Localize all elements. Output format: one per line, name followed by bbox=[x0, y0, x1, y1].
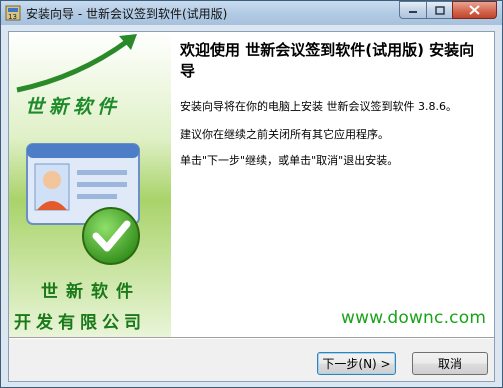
instructions-text: 单击"下一步"继续，或单击"取消"退出安装。 bbox=[180, 154, 399, 167]
banner-company-line1: 世新软件 bbox=[41, 282, 141, 302]
checkmark-icon bbox=[82, 207, 140, 265]
cancel-button[interactable]: 取消 bbox=[412, 352, 488, 375]
banner-company-line2: 开发有限公司 bbox=[14, 313, 146, 333]
welcome-heading: 欢迎使用 世新会议签到软件(试用版) 安装向导 bbox=[180, 41, 475, 80]
minimize-button[interactable] bbox=[399, 1, 426, 19]
maximize-icon bbox=[434, 5, 445, 15]
maximize-button[interactable] bbox=[426, 1, 452, 19]
window-title: 安装向导 - 世新会议签到软件(试用版) bbox=[26, 7, 228, 21]
close-icon bbox=[469, 5, 480, 15]
site-watermark: www.downc.com bbox=[341, 308, 487, 328]
title-bar[interactable]: 13 安装向导 - 世新会议签到软件(试用版) bbox=[1, 1, 502, 25]
banner-slogan: 世新软件 bbox=[25, 96, 122, 118]
svg-text:13: 13 bbox=[8, 13, 17, 21]
installer-window: 13 安装向导 - 世新会议签到软件(试用版) 世新软件 世新软件 开发有限公司… bbox=[0, 0, 503, 388]
minimize-icon bbox=[409, 11, 417, 13]
button-bar: 下一步(N) > 取消 bbox=[9, 339, 494, 381]
window-controls bbox=[399, 1, 497, 20]
close-apps-advice: 建议你在继续之前关闭所有其它应用程序。 bbox=[180, 128, 389, 141]
next-button[interactable]: 下一步(N) > bbox=[317, 352, 396, 375]
wizard-banner: 世新软件 世新软件 开发有限公司 bbox=[9, 32, 171, 337]
close-button[interactable] bbox=[452, 1, 497, 19]
wizard-body: 世新软件 世新软件 开发有限公司 欢迎使用 世新会议签到软件(试用版) 安装向导… bbox=[8, 31, 495, 382]
installer-app-icon: 13 bbox=[5, 5, 21, 21]
install-info-text: 安装向导将在你的电脑上安装 世新会议签到软件 3.8.6。 bbox=[180, 100, 457, 113]
